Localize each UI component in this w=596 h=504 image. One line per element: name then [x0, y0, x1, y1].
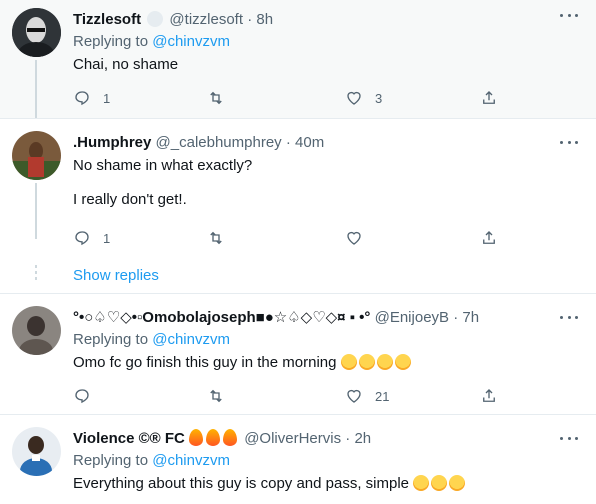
- reply-button[interactable]: 1: [73, 228, 110, 248]
- rolling-on-floor-laughing-icon: [413, 475, 430, 491]
- reply-icon: [75, 231, 89, 246]
- display-name[interactable]: .Humphrey: [73, 134, 151, 151]
- reply-count: 1: [103, 90, 111, 106]
- heart-icon: [347, 231, 361, 245]
- retweet-icon: [210, 91, 222, 105]
- replying-to-label: Replying to: [73, 452, 149, 469]
- replying-to-link[interactable]: @chinvzvm: [152, 331, 230, 348]
- tweet-omobolajoseph[interactable]: °•○♤♡◇•▫Omobolajoseph■●☆♤◇♡◇¤ ▪ •° @Enij…: [0, 293, 596, 414]
- handle[interactable]: @_calebhumphrey: [156, 134, 282, 151]
- reply-button[interactable]: 1: [73, 88, 110, 108]
- replying-to-label: Replying to: [73, 33, 149, 50]
- avatar[interactable]: [12, 306, 61, 355]
- fire-emojis: [189, 429, 240, 447]
- tweet-text-body: Everything about this guy is copy and pa…: [73, 475, 410, 492]
- timestamp[interactable]: 7h: [462, 309, 479, 326]
- handle[interactable]: @tizzlesoft: [169, 11, 243, 28]
- timestamp[interactable]: 40m: [295, 134, 324, 151]
- heart-icon: [347, 389, 361, 403]
- tweet-actions: 1: [73, 228, 503, 248]
- fire-icon: [189, 429, 204, 446]
- replying-to-link[interactable]: @chinvzvm: [152, 452, 230, 469]
- thread-line: [35, 183, 37, 239]
- handle[interactable]: @OliverHervis: [244, 430, 341, 447]
- tweet-humphrey[interactable]: .Humphrey @_calebhumphrey · 40m No shame…: [0, 118, 596, 293]
- tweet-header: Violence ©® FC @OliverHervis · 2h: [73, 429, 582, 448]
- like-count: 3: [375, 90, 383, 106]
- separator: ·: [453, 309, 459, 326]
- like-button[interactable]: 21: [345, 386, 389, 406]
- more-options-icon[interactable]: [560, 12, 578, 18]
- tweet-actions: 21: [73, 386, 503, 406]
- tweet-text: Chai, no shame: [73, 56, 179, 73]
- more-options-icon[interactable]: [560, 314, 578, 320]
- tears-of-joy-icon: [358, 354, 375, 370]
- display-name[interactable]: Tizzlesoft: [73, 11, 141, 28]
- verified-badge-placeholder: [147, 11, 164, 27]
- tweet-header: .Humphrey @_calebhumphrey · 40m: [73, 133, 582, 152]
- share-icon: [483, 91, 495, 104]
- fire-icon: [223, 429, 238, 446]
- fire-icon: [206, 429, 221, 446]
- tweet-header: °•○♤♡◇•▫Omobolajoseph■●☆♤◇♡◇¤ ▪ •° @Enij…: [73, 308, 582, 327]
- show-replies-link[interactable]: Show replies: [73, 267, 159, 284]
- tweet-text-line-1: No shame in what exactly?: [73, 157, 253, 174]
- tears-of-joy-icon: [340, 354, 357, 370]
- tweet-text-line-2: I really don't get!.: [73, 191, 187, 208]
- avatar[interactable]: [12, 8, 61, 57]
- tweet-tizzlesoft[interactable]: Tizzlesoft @tizzlesoft · 8h Replying to …: [0, 0, 596, 118]
- retweet-button[interactable]: [207, 228, 225, 248]
- retweet-button[interactable]: [207, 88, 237, 108]
- display-name[interactable]: °•○♤♡◇•▫Omobolajoseph■●☆♤◇♡◇¤ ▪ •°: [73, 309, 370, 326]
- share-button[interactable]: [480, 386, 498, 406]
- tweet-actions: 1 3: [73, 88, 503, 108]
- like-button[interactable]: [345, 228, 363, 248]
- tweet-text: Everything about this guy is copy and pa…: [73, 474, 582, 494]
- handle[interactable]: @EnijoeyB: [375, 309, 449, 326]
- replying-to: Replying to @chinvzvm: [73, 32, 582, 51]
- timestamp[interactable]: 8h: [256, 11, 273, 28]
- separator: ·: [345, 430, 351, 447]
- share-icon: [483, 389, 495, 402]
- retweet-button[interactable]: [207, 386, 225, 406]
- reply-icon: [75, 91, 89, 106]
- replying-to-link[interactable]: @chinvzvm: [152, 33, 230, 50]
- tweet-text-body: Omo fc go finish this guy in the morning: [73, 354, 337, 371]
- reply-button[interactable]: [73, 386, 91, 406]
- reply-icon: [75, 389, 89, 404]
- tears-of-joy-icon: [376, 354, 393, 370]
- tweet-violence-fc[interactable]: Violence ©® FC @OliverHervis · 2h Replyi…: [0, 414, 596, 504]
- replying-to: Replying to @chinvzvm: [73, 451, 582, 470]
- tears-of-joy-icon: [394, 354, 411, 370]
- tweet-text: Omo fc go finish this guy in the morning: [73, 353, 582, 373]
- timestamp[interactable]: 2h: [354, 430, 371, 447]
- separator: ·: [285, 134, 291, 151]
- avatar[interactable]: [12, 131, 61, 180]
- display-name[interactable]: Violence ©® FC: [73, 430, 185, 447]
- more-options-icon[interactable]: [560, 139, 578, 145]
- tweet-header: Tizzlesoft @tizzlesoft · 8h: [73, 10, 582, 29]
- heart-icon: [347, 91, 361, 105]
- rolling-on-floor-laughing-icon: [449, 475, 466, 491]
- thread-line: [35, 60, 37, 118]
- avatar[interactable]: [12, 427, 61, 476]
- replying-to-label: Replying to: [73, 331, 149, 348]
- like-count: 21: [375, 388, 390, 404]
- like-button[interactable]: 3: [345, 88, 382, 108]
- more-options-icon[interactable]: [560, 435, 578, 441]
- thread-dots: [35, 265, 37, 283]
- share-button[interactable]: [480, 88, 498, 108]
- share-button[interactable]: [480, 228, 498, 248]
- separator: ·: [247, 11, 253, 28]
- reply-count: 1: [103, 230, 111, 246]
- retweet-icon: [210, 389, 222, 403]
- replying-to: Replying to @chinvzvm: [73, 330, 582, 349]
- retweet-icon: [210, 231, 222, 245]
- share-icon: [483, 231, 495, 244]
- rolling-on-floor-laughing-icon: [431, 475, 448, 491]
